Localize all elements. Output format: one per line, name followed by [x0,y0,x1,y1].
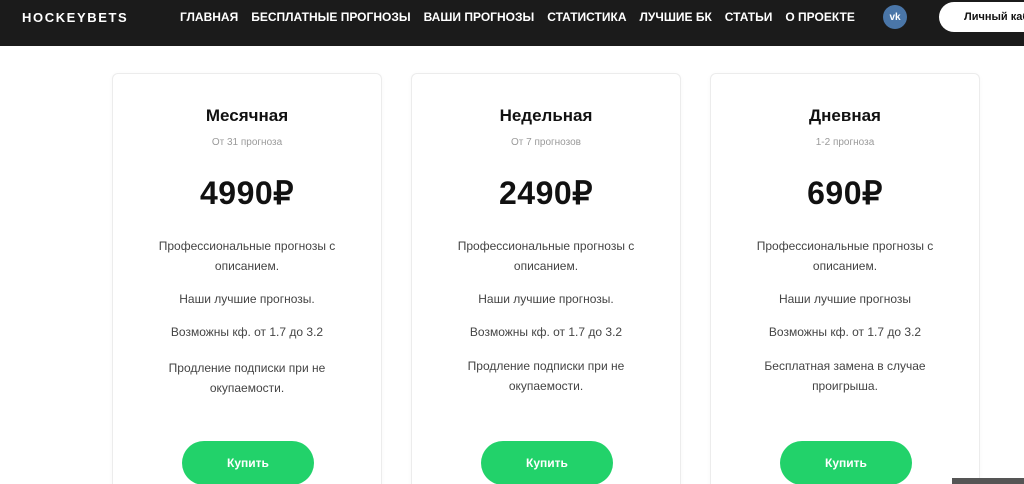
site-logo[interactable]: HOCKEYBETS [22,10,128,25]
nav-item-home[interactable]: ГЛАВНАЯ [180,10,238,24]
plan-subtitle: От 7 прогнозов [511,137,581,148]
plan-feature: Продление подписки при не окупаемости. [467,359,625,393]
nav-item-free-predictions[interactable]: БЕСПЛАТНЫЕ ПРОГНОЗЫ [251,10,410,24]
plan-title: Месячная [205,106,289,125]
plan-card-monthly: Месячная От 31 прогноза 4990₽ Профессион… [112,73,382,484]
plan-title: Недельная [499,106,593,125]
main-nav: ГЛАВНАЯ БЕСПЛАТНЫЕ ПРОГНОЗЫ ВАШИ ПРОГНОЗ… [180,10,855,24]
plan-feature: Профессиональные прогнозы с описанием. [158,239,336,273]
nav-item-best-bookmakers[interactable]: ЛУЧШИЕ БК [640,10,712,24]
buy-button[interactable]: Купить [780,441,912,484]
plan-price: 690₽ [807,175,883,211]
nav-item-articles[interactable]: СТАТЬИ [725,10,773,24]
plan-feature: Бесплатная замена в случае проигрыша. [764,359,926,393]
plan-feature: Возможны кф. от 1.7 до 3.2 [469,325,623,339]
horizontal-scrollbar[interactable] [952,478,1024,484]
personal-cabinet-button[interactable]: Личный кабинет [939,2,1024,32]
top-navbar: HOCKEYBETS ГЛАВНАЯ БЕСПЛАТНЫЕ ПРОГНОЗЫ В… [0,0,1024,46]
plan-feature: Наши лучшие прогнозы. [179,292,315,306]
plan-feature: Профессиональные прогнозы с описанием. [457,239,635,273]
plan-feature: Наши лучшие прогнозы. [478,292,614,306]
plan-feature: Возможны кф. от 1.7 до 3.2 [170,325,324,339]
plan-feature: Продление подписки при не окупаемости. [168,361,326,395]
nav-item-statistics[interactable]: СТАТИСТИКА [547,10,626,24]
plan-title: Дневная [809,106,881,125]
buy-button[interactable]: Купить [182,441,314,484]
buy-button[interactable]: Купить [481,441,613,484]
nav-item-about[interactable]: О ПРОЕКТЕ [785,10,854,24]
plan-price: 2490₽ [498,175,594,211]
plan-feature: Наши лучшие прогнозы [778,292,912,306]
vk-icon[interactable]: vk [883,5,907,29]
plan-card-weekly: Недельная От 7 прогнозов 2490₽ Профессио… [411,73,681,484]
nav-item-your-predictions[interactable]: ВАШИ ПРОГНОЗЫ [424,10,535,24]
plan-subtitle: 1-2 прогноза [815,137,875,148]
plan-feature: Профессиональные прогнозы с описанием. [756,239,934,273]
plan-feature: Возможны кф. от 1.7 до 3.2 [768,325,922,339]
plan-subtitle: От 31 прогноза [211,137,283,148]
plan-price: 4990₽ [199,175,295,211]
plan-card-daily: Дневная 1-2 прогноза 690₽ Профессиональн… [710,73,980,484]
